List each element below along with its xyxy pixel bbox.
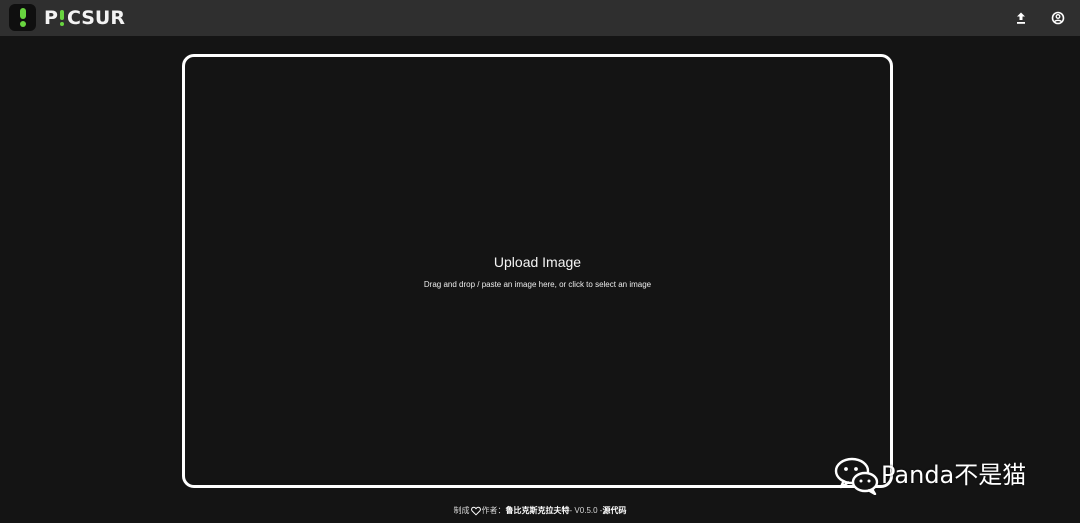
upload-icon <box>1017 12 1025 24</box>
image-upload-dropzone[interactable]: Upload Image Drag and drop / paste an im… <box>182 54 893 488</box>
top-app-bar: P CSUR <box>0 0 1080 36</box>
logo-letters-csur: CSUR <box>66 6 125 29</box>
footer-made-with: 制成 <box>453 505 470 515</box>
account-button[interactable] <box>1049 9 1067 27</box>
picsur-logo-icon[interactable] <box>9 4 36 31</box>
footer: 制成 作者： 鲁比克斯克拉夫特 - V0.5.0 - 源代码 <box>0 503 1080 518</box>
heart-outline-icon <box>470 506 481 516</box>
source-code-link[interactable]: 源代码 <box>602 505 626 517</box>
watermark-text: Panda不是猫 <box>881 461 1027 489</box>
author-link[interactable]: 鲁比克斯克拉夫特 <box>506 505 570 517</box>
upload-instructions: Drag and drop / paste an image here, or … <box>423 280 652 289</box>
upload-image-title: Upload Image <box>493 254 582 270</box>
wechat-icon <box>834 457 879 495</box>
logo-exclamation-icon <box>20 8 26 27</box>
account-circle-icon <box>1051 11 1065 25</box>
picsur-app: P CSUR Upload Image Drag and drop / past… <box>0 0 1080 523</box>
app-logo-text[interactable]: P CSUR <box>44 7 125 29</box>
wechat-watermark: Panda不是猫 <box>834 454 1048 496</box>
logo-letter-p: P <box>44 6 58 29</box>
logo-green-i-icon <box>59 9 65 28</box>
upload-button[interactable] <box>1012 9 1030 27</box>
footer-author-label: 作者： <box>481 505 506 515</box>
version-text: - V0.5.0 - <box>569 505 603 515</box>
